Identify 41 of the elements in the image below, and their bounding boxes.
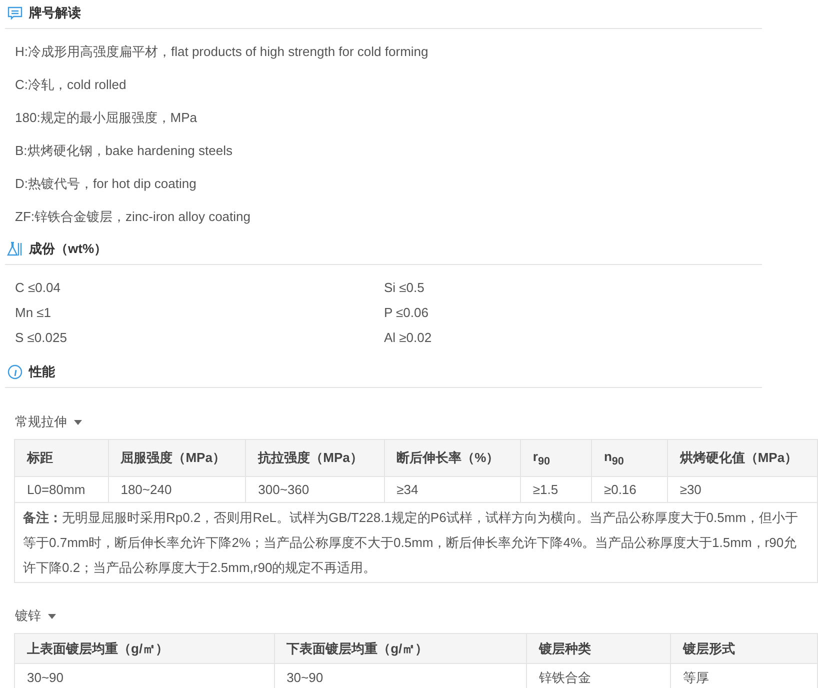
flask-icon [7,241,23,257]
designation-item: 180:规定的最小屈服强度，MPa [15,109,198,127]
table-cell: ≥30 [667,476,818,502]
element-limit: Mn ≤1 [15,304,52,322]
designation-item: H:冷成形用高强度扁平材，flat products of high strength for cold forming [15,43,430,61]
column-header: 烘烤硬化值（MPa） [667,440,818,476]
column-header: r$_{90}$ [520,440,592,476]
element-limit: C ≤0.04 [15,279,62,297]
column-header: 断后伸长率（%） [384,440,520,476]
column-header: 抗拉强度（MPa） [246,440,384,476]
column-header: 镀层种类 [526,634,671,664]
column-header: 屈服强度（MPa） [108,440,246,476]
caret-icon[interactable] [74,420,82,424]
designation-item: C:冷轧，cold rolled [15,76,128,94]
column-header: 镀层形式 [670,634,818,664]
table-cell: 30~90 [14,664,274,688]
message-icon [7,5,23,21]
table-cell: ≥1.5 [520,476,592,502]
element-limit: Al ≥0.02 [384,329,433,347]
caret-icon[interactable] [48,614,56,618]
table-cell: 300~360 [246,476,384,502]
table-cell: ≥0.16 [591,476,668,502]
table-cell: 180~240 [108,476,246,502]
designation-item: ZF:锌铁合金镀层，zinc-iron alloy coating [15,208,252,226]
column-header: 标距 [14,440,108,476]
designation-item: B:烘烤硬化钢，bake hardening steels [15,142,234,160]
section-title: 牌号解读 [29,4,81,22]
group-dropdown[interactable]: 镀锌 [15,607,41,625]
element-limit: P ≤0.06 [384,304,430,322]
column-header: 上表面镀层均重（g/㎡） [14,634,274,664]
section-title: 性能 [29,363,55,381]
group-dropdown[interactable]: 常规拉伸 [15,413,67,431]
element-limit: Si ≤0.5 [384,279,426,297]
element-limit: S ≤0.025 [15,329,68,347]
designation-item: D:热镀代号，for hot dip coating [15,175,198,193]
table-note: 备注：无明显屈服时采用Rp0.2，否则用ReL。试样为GB/T228.1规定的P6试样，试样方向为横向。当产品公称厚度大于0.5mm，但小于等于0.7mm时，断后伸长率允许下降2%；当产品公称厚度不大于0.5mm，断后伸长率允许下降4%。当产品公称厚度大于1.5mm，r90允许下降0.2；当产品公称厚度大于2.5mm,r90的规定不再适用。 [14,502,818,582]
table-cell: L0=80mm [14,476,108,502]
section-title: 成份（wt%） [29,240,107,258]
column-header: n$_{90}$ [591,440,668,476]
column-header: 下表面镀层均重（g/㎡） [274,634,526,664]
table-cell: ≥34 [384,476,520,502]
